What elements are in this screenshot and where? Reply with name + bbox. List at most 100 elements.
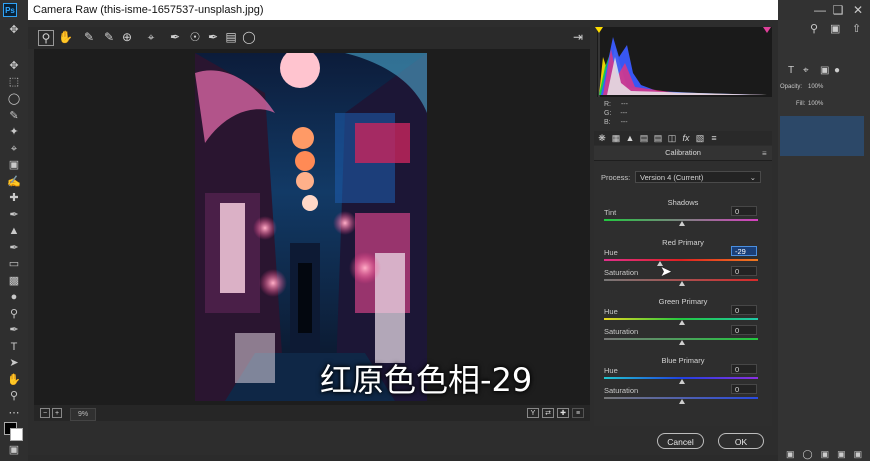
green-saturation-slider-thumb[interactable]: [679, 340, 685, 345]
basic-tab-icon[interactable]: ❋: [596, 132, 608, 144]
fill-value[interactable]: 100%: [808, 101, 823, 107]
neon-alley-photo: [195, 53, 427, 401]
target-adjust-icon[interactable]: ⊕: [120, 30, 134, 44]
highlight-clipping-indicator[interactable]: [763, 27, 771, 33]
spot-removal-icon[interactable]: ✒: [168, 30, 182, 44]
artboard-icon[interactable]: ▣: [820, 65, 829, 76]
search-icon[interactable]: ⚲: [810, 22, 818, 35]
adjustment-brush-icon[interactable]: ✒: [206, 30, 220, 44]
hand-icon[interactable]: ✋: [58, 30, 73, 44]
green-saturation-label: Saturation: [604, 327, 639, 336]
zoom-tool-icon[interactable]: ⚲: [5, 388, 23, 404]
hsl-tab-icon[interactable]: ▤: [638, 132, 650, 144]
tint-label: Tint: [604, 208, 617, 217]
dialog-title: Camera Raw (this-isme-1657537-unsplash.j…: [33, 4, 264, 16]
clone-stamp-icon[interactable]: ▲: [5, 223, 23, 239]
background-color-swatch[interactable]: [10, 428, 23, 441]
tint-slider-thumb[interactable]: [679, 221, 685, 226]
eraser-icon[interactable]: ▭: [5, 256, 23, 272]
marquee-tool-icon[interactable]: ⬚: [5, 74, 23, 90]
eyedropper-icon[interactable]: ✍: [5, 174, 23, 190]
split-toning-tab-icon[interactable]: ▤: [652, 132, 664, 144]
zoom-out-button[interactable]: −: [40, 408, 50, 418]
shadow-clipping-indicator[interactable]: [595, 27, 603, 33]
presets-tab-icon[interactable]: ≡: [708, 132, 720, 144]
panel-menu-icon[interactable]: ≡: [762, 149, 767, 158]
layer-actions-icon[interactable]: ▣◯▣▣▣▣: [786, 449, 870, 460]
red-hue-slider[interactable]: [604, 259, 758, 261]
blue-saturation-slider-thumb[interactable]: [679, 399, 685, 404]
history-brush-icon[interactable]: ✒: [5, 240, 23, 256]
green-saturation-value[interactable]: 0: [731, 325, 757, 335]
r-value: ---: [620, 101, 628, 108]
red-saturation-value[interactable]: 0: [731, 266, 757, 276]
green-hue-slider-thumb[interactable]: [679, 320, 685, 325]
type-layer-icon[interactable]: T: [788, 65, 794, 76]
copy-settings-icon[interactable]: ✚: [557, 408, 569, 418]
minimize-icon[interactable]: —: [812, 2, 828, 18]
healing-brush-icon[interactable]: ✚: [5, 190, 23, 206]
swap-icon[interactable]: ⇄: [542, 408, 554, 418]
green-hue-value[interactable]: 0: [731, 305, 757, 315]
crop-icon[interactable]: ⌖: [144, 30, 158, 44]
preview-settings-icon[interactable]: ≡: [572, 408, 584, 418]
histogram: [597, 27, 772, 97]
graduated-filter-icon[interactable]: ▤: [224, 30, 238, 44]
close-icon[interactable]: ✕: [850, 2, 866, 18]
more-tools-icon[interactable]: ⋯: [5, 405, 23, 421]
radial-filter-icon[interactable]: ◯: [242, 30, 256, 44]
move-arrows-icon[interactable]: ✥: [5, 22, 23, 38]
zoom-in-button[interactable]: +: [52, 408, 62, 418]
dodge-tool-icon[interactable]: ⚲: [5, 306, 23, 322]
magic-wand-icon[interactable]: ✦: [5, 124, 23, 140]
quick-mask-icon[interactable]: ▣: [5, 442, 23, 458]
hand-tool-icon[interactable]: ✋: [5, 372, 23, 388]
selected-layer[interactable]: [780, 116, 864, 156]
blue-hue-value[interactable]: 0: [731, 364, 757, 374]
dialog-title-bar: Camera Raw (this-isme-1657537-unsplash.j…: [28, 0, 778, 20]
ok-button[interactable]: OK: [718, 433, 764, 449]
tint-value[interactable]: 0: [731, 206, 757, 216]
blue-saturation-value[interactable]: 0: [731, 384, 757, 394]
lasso-tool-icon[interactable]: ◯: [5, 91, 23, 107]
restore-icon[interactable]: ❑: [830, 2, 846, 18]
zoom-level[interactable]: 9%: [70, 408, 96, 421]
workspace-icon[interactable]: ▣: [830, 22, 840, 35]
path-select-icon[interactable]: ➤: [5, 355, 23, 371]
effects-tab-icon[interactable]: fx: [680, 132, 692, 144]
blur-tool-icon[interactable]: ●: [5, 289, 23, 305]
cancel-button[interactable]: Cancel: [657, 433, 704, 449]
type-tool-icon[interactable]: T: [5, 339, 23, 355]
white-balance-icon[interactable]: ✎: [82, 30, 96, 44]
photoshop-logo: Ps: [3, 3, 17, 17]
red-hue-label: Hue: [604, 248, 618, 257]
zoom-icon[interactable]: ⚲: [38, 30, 54, 46]
red-saturation-label: Saturation: [604, 268, 639, 277]
red-hue-value[interactable]: -29: [731, 246, 757, 256]
lens-tab-icon[interactable]: ◫: [666, 132, 678, 144]
before-after-y-icon[interactable]: Y: [527, 408, 539, 418]
brush-tool-icon[interactable]: ✒: [5, 207, 23, 223]
preview-footer: [34, 405, 590, 421]
share-icon[interactable]: ⇧: [852, 22, 861, 35]
detail-tab-icon[interactable]: ▲: [624, 132, 636, 144]
blue-hue-slider-thumb[interactable]: [679, 379, 685, 384]
process-version-select[interactable]: Version 4 (Current) ⌄: [635, 171, 761, 183]
chevron-down-icon: ⌄: [749, 173, 756, 182]
gradient-tool-icon[interactable]: ▩: [5, 273, 23, 289]
pen-tool-icon[interactable]: ✒: [5, 322, 23, 338]
open-preferences-icon[interactable]: ⇥: [571, 30, 585, 44]
frame-tool-icon[interactable]: ▣: [5, 157, 23, 173]
color-sampler-icon[interactable]: ✎: [102, 30, 116, 44]
red-saturation-slider-thumb[interactable]: [679, 281, 685, 286]
lock-icon[interactable]: ●: [834, 65, 840, 76]
calibration-tab-icon[interactable]: ▧: [694, 132, 706, 144]
opacity-value[interactable]: 100%: [808, 84, 823, 90]
opacity-label: Opacity:: [780, 84, 803, 90]
move-tool-icon[interactable]: ✥: [5, 58, 23, 74]
tone-curve-tab-icon[interactable]: ▦: [610, 132, 622, 144]
transform-icon[interactable]: ⌖: [803, 65, 809, 76]
crop-tool-icon[interactable]: ⌖: [5, 141, 23, 157]
red-eye-icon[interactable]: ☉: [188, 30, 202, 44]
quick-select-icon[interactable]: ✎: [5, 108, 23, 124]
